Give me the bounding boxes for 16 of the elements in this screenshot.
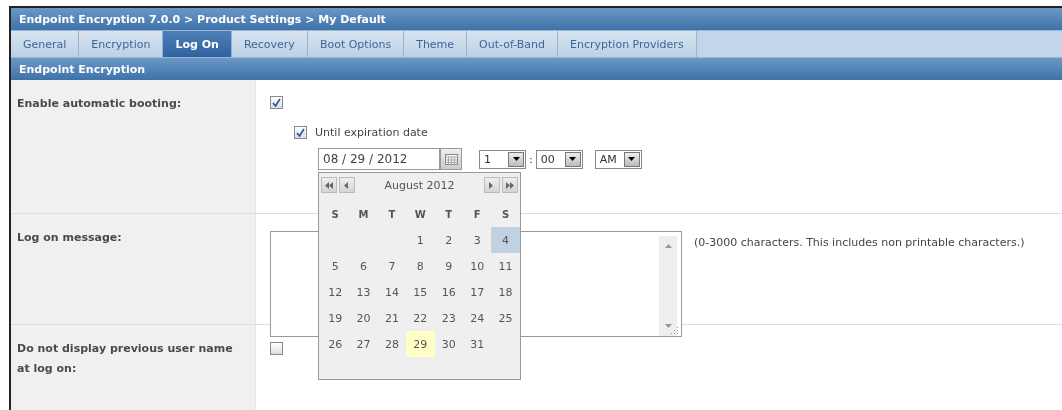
section-title: Endpoint Encryption bbox=[19, 62, 146, 76]
weekday-label: S bbox=[500, 207, 511, 222]
time-separator: : bbox=[529, 152, 533, 166]
hint-text: (0-3000 characters. This includes non printable characters.) bbox=[694, 236, 1025, 251]
weekday-label: T bbox=[444, 207, 454, 222]
setting-label: Enable automatic booting: bbox=[17, 96, 183, 112]
window-title: Endpoint Encryption 7.0.0 > Product Settings > My Default bbox=[19, 12, 386, 26]
weekday-label: F bbox=[472, 207, 482, 222]
weekday-label: S bbox=[330, 207, 340, 222]
weekday-label: M bbox=[357, 207, 370, 222]
weekday-label: T bbox=[387, 207, 397, 222]
setting-label: Log on message: bbox=[17, 230, 123, 246]
setting-label: Do not display previous user name at log on: bbox=[17, 341, 234, 377]
calendar-month: August 2012 bbox=[383, 178, 456, 192]
weekday-label: W bbox=[413, 207, 427, 222]
checkbox-label: Until expiration date bbox=[315, 126, 428, 139]
